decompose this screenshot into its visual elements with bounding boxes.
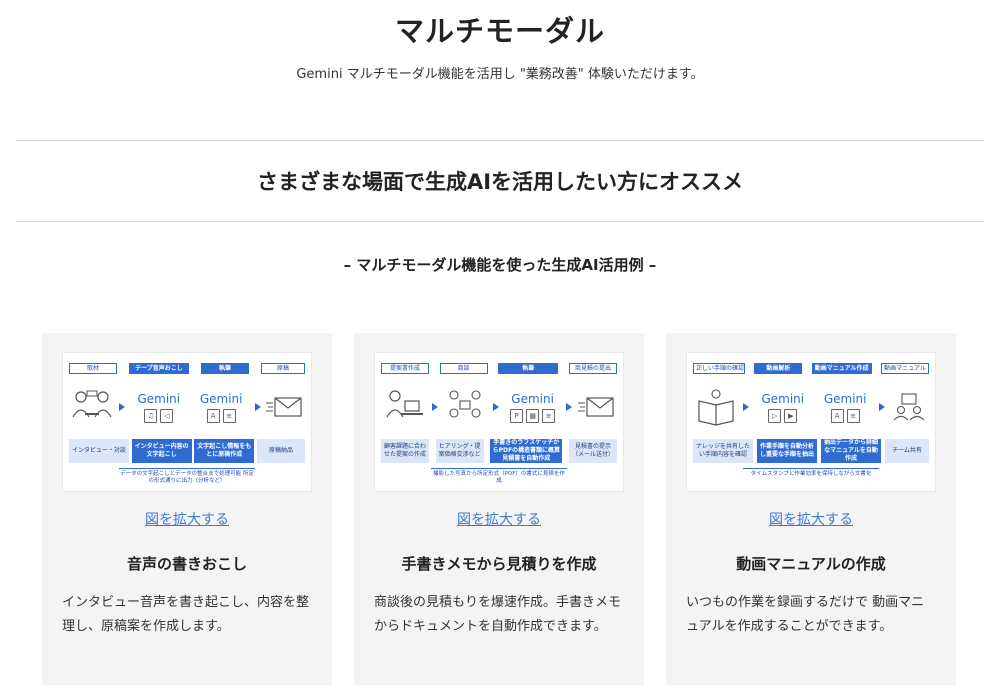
- text-file-icon: A: [206, 408, 220, 423]
- step-label: 取材: [69, 363, 117, 374]
- divider-bottom: [16, 221, 984, 222]
- step-box: チーム共有: [885, 439, 929, 463]
- workflow-diagram-audio[interactable]: 取材 テープ音声おこし 執筆 原稿 Gemini ♫◁ Gemini A≡: [62, 352, 312, 492]
- card-description: インタビュー音声を書き起こし、内容を整理し、原稿案を作成します。: [62, 595, 310, 634]
- workflow-note: データの文字起こしとデータの整合まで処理可能 所定の形式通りに出力（分析など）: [119, 468, 255, 485]
- examples-heading: – マルチモーダル機能を使った生成AI活用例 –: [343, 256, 657, 274]
- step-box: ナレッジを共有したい手順内容を確認: [693, 439, 753, 463]
- workflow-diagram-video[interactable]: 正しい手順の確認 動画解析 動画マニュアル作成 動画マニュアル Gemini ▷…: [686, 352, 936, 492]
- pdf-icon: P: [510, 408, 524, 423]
- arrow-right-icon: [878, 403, 885, 411]
- step-label: 動画解析: [754, 363, 803, 374]
- enlarge-figure-link[interactable]: 図を拡大する: [354, 509, 644, 529]
- page-subtitle: Gemini マルチモーダル機能を活用し "業務改善" 体験いただけます。: [296, 67, 704, 82]
- gemini-logo: Gemini A ≡: [816, 392, 874, 423]
- step-box: 手書きのラフスケッチからPDFの構造書類に概算見積書を自動作成: [490, 439, 563, 463]
- gemini-logo: Gemini ▷ ▶: [754, 392, 812, 423]
- workflow-note: タイムスタンプと作業効率を保持しながら文書化: [743, 468, 879, 478]
- use-case-card-audio: 取材 テープ音声おこし 執筆 原稿 Gemini ♫◁ Gemini A≡: [42, 333, 332, 685]
- step-box: 見積書の提示（メール送付）: [568, 439, 617, 463]
- music-icon: ♫: [144, 408, 158, 423]
- step-label: 動画マニュアル: [880, 363, 929, 374]
- step-label: 商見積の提出: [568, 363, 617, 374]
- step-box: インタビュー・対談: [69, 439, 129, 463]
- arrow-right-icon: [119, 403, 126, 411]
- workflow-diagram-handwritten[interactable]: 提案書作成 商談 執筆 商見積の提出 Gemini P ▦ ≡ 顧客課題に合わせ…: [374, 352, 624, 492]
- card-description: 商談後の見積もりを爆速作成。手書きメモからドキュメントを自動作成できます。: [374, 595, 622, 634]
- document-icon: ≡: [846, 408, 860, 423]
- gemini-logo: Gemini P ▦ ≡: [504, 392, 562, 423]
- enlarge-figure-link[interactable]: 図を拡大する: [666, 509, 956, 529]
- card-description: いつもの作業を録画するだけで 動画マニュアルを作成することができます。: [686, 595, 925, 634]
- step-label: 執筆: [498, 363, 559, 374]
- step-box: 作業手順を自動分析し重要な手順を抽出: [757, 439, 817, 463]
- step-box: インタビュー内容の文字起こし: [131, 439, 192, 463]
- step-box: 顧客課題に合わせた提案の作成: [381, 439, 429, 463]
- gemini-logo: Gemini A ≡: [192, 392, 250, 423]
- step-label: 正しい手順の確認: [693, 363, 745, 374]
- step-label: 提案書作成: [381, 363, 429, 374]
- workflow-steps: 提案書作成 商談 執筆 商見積の提出: [381, 363, 617, 374]
- card-title: 音声の書きおこし: [126, 555, 247, 573]
- book-idea-icon: [693, 387, 739, 427]
- play-icon: ▶: [784, 408, 798, 423]
- step-label: 原稿: [261, 363, 305, 374]
- step-box: ヒアリング・提案価格交渉など: [435, 439, 484, 463]
- divider-top: [16, 140, 984, 141]
- arrow-right-icon: [431, 403, 438, 411]
- step-box: 抽出データから詳細なマニュアルを自動作成: [821, 439, 881, 463]
- step-label: 商談: [439, 363, 488, 374]
- team-share-icon: [889, 393, 929, 421]
- card-title: 手書きメモから見積りを作成: [401, 555, 597, 573]
- step-box: 文字起こし情報をもとに原稿作成: [194, 439, 255, 463]
- workflow-boxes: インタビュー・対談 インタビュー内容の文字起こし 文字起こし情報をもとに原稿作成…: [69, 439, 305, 463]
- enlarge-figure-link[interactable]: 図を拡大する: [42, 509, 332, 529]
- mail-icon: [577, 393, 617, 421]
- interview-icon: [69, 387, 115, 427]
- use-case-card-handwritten: 提案書作成 商談 執筆 商見積の提出 Gemini P ▦ ≡ 顧客課題に合わせ…: [354, 333, 644, 685]
- speaker-icon: ◁: [160, 408, 174, 423]
- use-case-card-video: 正しい手順の確認 動画解析 動画マニュアル作成 動画マニュアル Gemini ▷…: [666, 333, 956, 685]
- arrow-right-icon: [566, 403, 573, 411]
- arrow-right-icon: [743, 403, 750, 411]
- workflow-steps: 正しい手順の確認 動画解析 動画マニュアル作成 動画マニュアル: [693, 363, 929, 374]
- step-label: 執筆: [201, 363, 249, 374]
- document-icon: ≡: [222, 408, 236, 423]
- section-heading: さまざまな場面で生成AIを活用したい方にオススメ: [256, 170, 744, 194]
- gemini-logo: Gemini ♫ ◁: [130, 392, 188, 423]
- workflow-icons: Gemini ▷ ▶ Gemini A ≡: [693, 383, 929, 431]
- arrow-right-icon: [254, 403, 261, 411]
- page-title: マルチモーダル: [394, 14, 605, 48]
- meeting-icon: [442, 387, 488, 427]
- workflow-steps: 取材 テープ音声おこし 執筆 原稿: [69, 363, 305, 374]
- step-box: 原稿納品: [256, 439, 305, 463]
- document-icon: ≡: [542, 408, 556, 423]
- step-label: テープ音声おこし: [129, 363, 189, 374]
- arrow-right-icon: [492, 403, 499, 411]
- workflow-icons: Gemini ♫ ◁ Gemini A ≡: [69, 383, 305, 431]
- mail-icon: [265, 393, 305, 421]
- workflow-icons: Gemini P ▦ ≡: [381, 383, 617, 431]
- workflow-boxes: 顧客課題に合わせた提案の作成 ヒアリング・提案価格交渉など 手書きのラフスケッチ…: [381, 439, 617, 463]
- desk-worker-icon: [381, 387, 427, 427]
- text-file-icon: A: [830, 408, 844, 423]
- video-icon: ▷: [768, 408, 782, 423]
- sheet-icon: ▦: [526, 408, 540, 423]
- workflow-note: 撮影した写真から所定形式（PDF）の書式に見積を作成: [431, 468, 567, 485]
- use-case-cards: 取材 テープ音声おこし 執筆 原稿 Gemini ♫◁ Gemini A≡: [42, 333, 956, 685]
- workflow-boxes: ナレッジを共有したい手順内容を確認 作業手順を自動分析し重要な手順を抽出 抽出デ…: [693, 439, 929, 463]
- step-label: 動画マニュアル作成: [811, 363, 872, 374]
- card-title: 動画マニュアルの作成: [736, 555, 886, 573]
